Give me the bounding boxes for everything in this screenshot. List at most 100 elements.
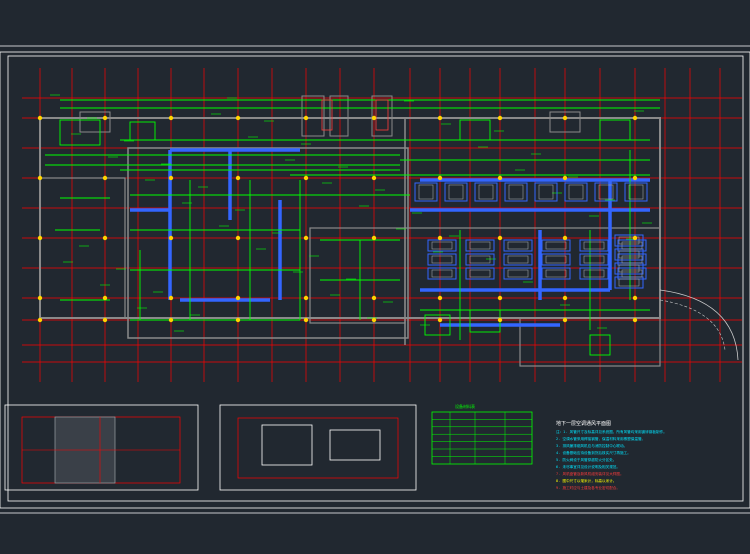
structural-column: [37, 235, 43, 241]
inset-room: [261, 424, 313, 466]
note-line: 3. 排风兼排烟风机应与消防控制中心联动。: [556, 444, 628, 448]
structural-column: [371, 295, 377, 301]
structural-column: [102, 235, 108, 241]
car-outline: [568, 184, 584, 200]
structural-column: [437, 175, 443, 181]
structural-column: [37, 175, 43, 181]
inset-plans: [4, 404, 417, 491]
structural-column: [235, 175, 241, 181]
structural-column: [437, 317, 443, 323]
note-line: 6. 未尽事宜详见设计说明及相关规范。: [556, 465, 620, 469]
structural-column: [437, 235, 443, 241]
parking-bay: [534, 182, 558, 202]
note-line: 5. 防火阀设于风管穿越防火分区处。: [556, 458, 617, 462]
legend-table: [431, 411, 533, 465]
car-outline: [418, 184, 434, 200]
notes-title: 地下一层空调通风平面图: [556, 421, 612, 427]
cad-drawing-canvas: [0, 45, 750, 514]
car-outline: [469, 241, 491, 250]
central-room-wall: [309, 227, 406, 324]
structural-column: [497, 317, 503, 323]
structural-column: [303, 295, 309, 301]
parking-bay: [444, 182, 468, 202]
structural-column: [371, 235, 377, 241]
car-outline: [538, 184, 554, 200]
structural-column: [168, 235, 174, 241]
structural-column: [235, 295, 241, 301]
equipment-unit: [599, 119, 631, 141]
structural-column: [235, 235, 241, 241]
structural-column: [303, 175, 309, 181]
structural-column: [437, 295, 443, 301]
parking-bay: [504, 182, 528, 202]
structural-column: [37, 115, 43, 121]
car-outline: [545, 269, 567, 278]
structural-column: [168, 175, 174, 181]
note-line: 注：1. 风管尺寸及标高详见系统图，所有风管均采用镀锌钢板制作。: [556, 430, 667, 434]
structural-column: [168, 295, 174, 301]
structural-column: [303, 235, 309, 241]
structural-column: [37, 295, 43, 301]
legend-title: 设备材料表: [455, 404, 475, 409]
structural-column: [168, 115, 174, 121]
axis-grid: [22, 68, 742, 382]
car-outline: [628, 184, 644, 200]
driveway-curve: [659, 299, 726, 351]
parking-bay: [474, 182, 498, 202]
structural-column: [632, 295, 638, 301]
car-outline: [507, 241, 529, 250]
structural-column: [632, 175, 638, 181]
structural-column: [497, 295, 503, 301]
structural-column: [562, 175, 568, 181]
structural-column: [632, 235, 638, 241]
inset-room: [329, 429, 381, 461]
structural-column: [102, 317, 108, 323]
driveway-curve: [659, 289, 739, 361]
structural-column: [37, 317, 43, 323]
structural-column: [562, 235, 568, 241]
note-line: 9. 施工时应与土建及各专业密切配合。: [556, 486, 620, 490]
structural-column: [562, 317, 568, 323]
parking-bay: [624, 182, 648, 202]
structural-column: [497, 175, 503, 181]
car-outline: [583, 241, 605, 250]
structural-column: [632, 317, 638, 323]
note-line: 2. 空调水管采用焊接钢管，保温材料采用橡塑保温管。: [556, 437, 646, 441]
car-outline: [469, 269, 491, 278]
structural-column: [562, 115, 568, 121]
top-room: [329, 95, 349, 137]
structural-column: [497, 115, 503, 121]
note-line: 4. 设备基础应待设备到货后核实尺寸再施工。: [556, 451, 631, 455]
parking-bay: [594, 182, 618, 202]
structural-column: [632, 115, 638, 121]
car-outline: [508, 184, 524, 200]
structural-column: [562, 295, 568, 301]
structural-column: [102, 295, 108, 301]
top-room: [79, 111, 111, 133]
car-outline: [507, 269, 529, 278]
equipment-unit: [469, 309, 501, 333]
structural-column: [371, 317, 377, 323]
note-line: 7. 风机盘管及新风机组安装详见大样图。: [556, 472, 624, 476]
structural-column: [168, 317, 174, 323]
car-outline: [478, 184, 494, 200]
equipment-unit: [129, 121, 156, 141]
structural-column: [371, 175, 377, 181]
car-outline: [618, 278, 640, 287]
car-outline: [448, 184, 464, 200]
car-outline: [469, 255, 491, 264]
parking-bay: [414, 182, 438, 202]
car-outline: [431, 269, 453, 278]
structural-column: [303, 115, 309, 121]
structural-column: [102, 175, 108, 181]
shaft-box: [375, 99, 389, 131]
west-wing-wall: [39, 177, 126, 319]
car-outline: [583, 255, 605, 264]
structural-column: [437, 115, 443, 121]
structural-column: [102, 115, 108, 121]
parking-bay: [564, 182, 588, 202]
car-outline: [545, 241, 567, 250]
structural-column: [371, 115, 377, 121]
equipment-unit: [459, 119, 491, 141]
car-outline: [507, 255, 529, 264]
